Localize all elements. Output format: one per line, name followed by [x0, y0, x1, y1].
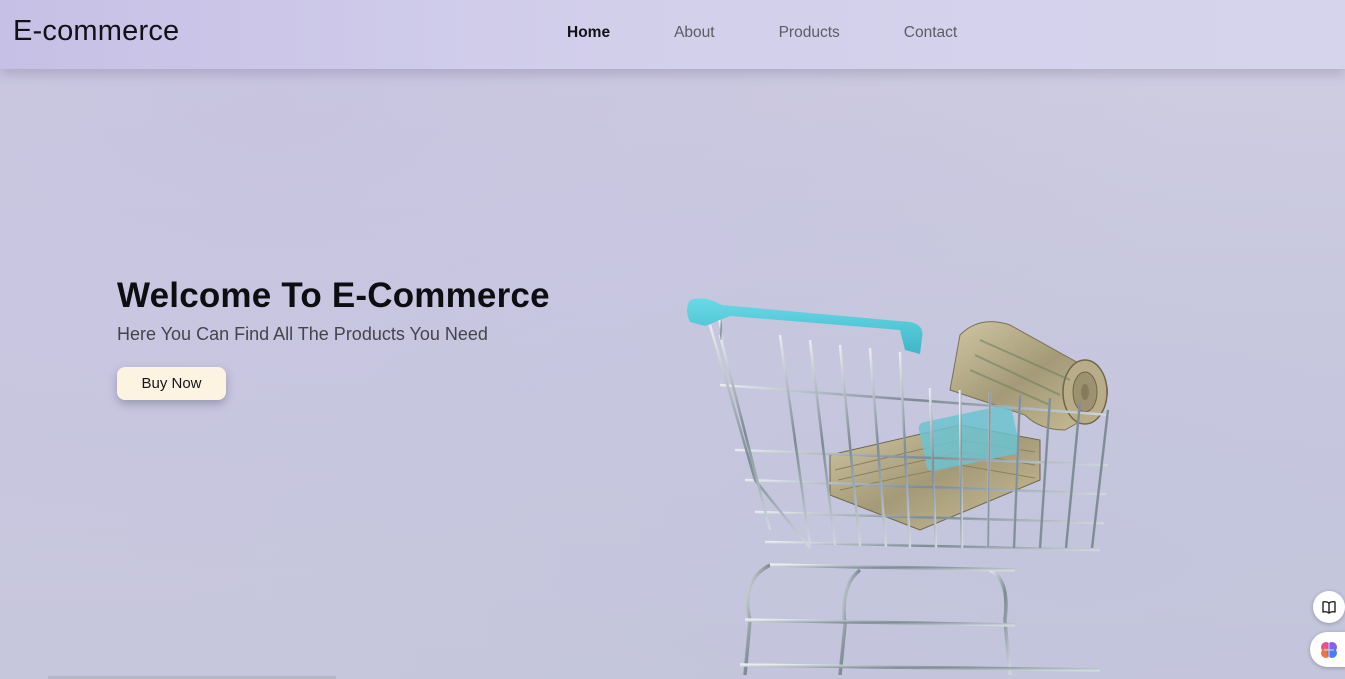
shopping-cart-image	[687, 298, 1111, 676]
cart-frame	[739, 563, 1101, 676]
ai-assistant-button[interactable]	[1310, 632, 1345, 667]
nav-home-link[interactable]: Home	[567, 24, 610, 42]
hero-subtitle: Here You Can Find All The Products You N…	[117, 324, 488, 344]
hero-title: Welcome To E-Commerce	[117, 276, 550, 315]
nav-products-link[interactable]: Products	[779, 24, 840, 42]
hero-section: Welcome To E-Commerce Here You Can Find …	[117, 276, 617, 400]
brand-logo[interactable]: E-commerce	[13, 15, 179, 48]
buy-now-button[interactable]: Buy Now	[117, 367, 226, 400]
navbar: E-commerce Home About Products Contact	[0, 0, 1345, 69]
nav-about-link[interactable]: About	[674, 24, 715, 42]
nav-links: Home About Products Contact	[567, 24, 1021, 42]
brain-icon	[1321, 641, 1337, 658]
reader-mode-button[interactable]	[1313, 591, 1345, 623]
nav-contact-link[interactable]: Contact	[904, 24, 957, 42]
book-icon	[1322, 600, 1336, 614]
